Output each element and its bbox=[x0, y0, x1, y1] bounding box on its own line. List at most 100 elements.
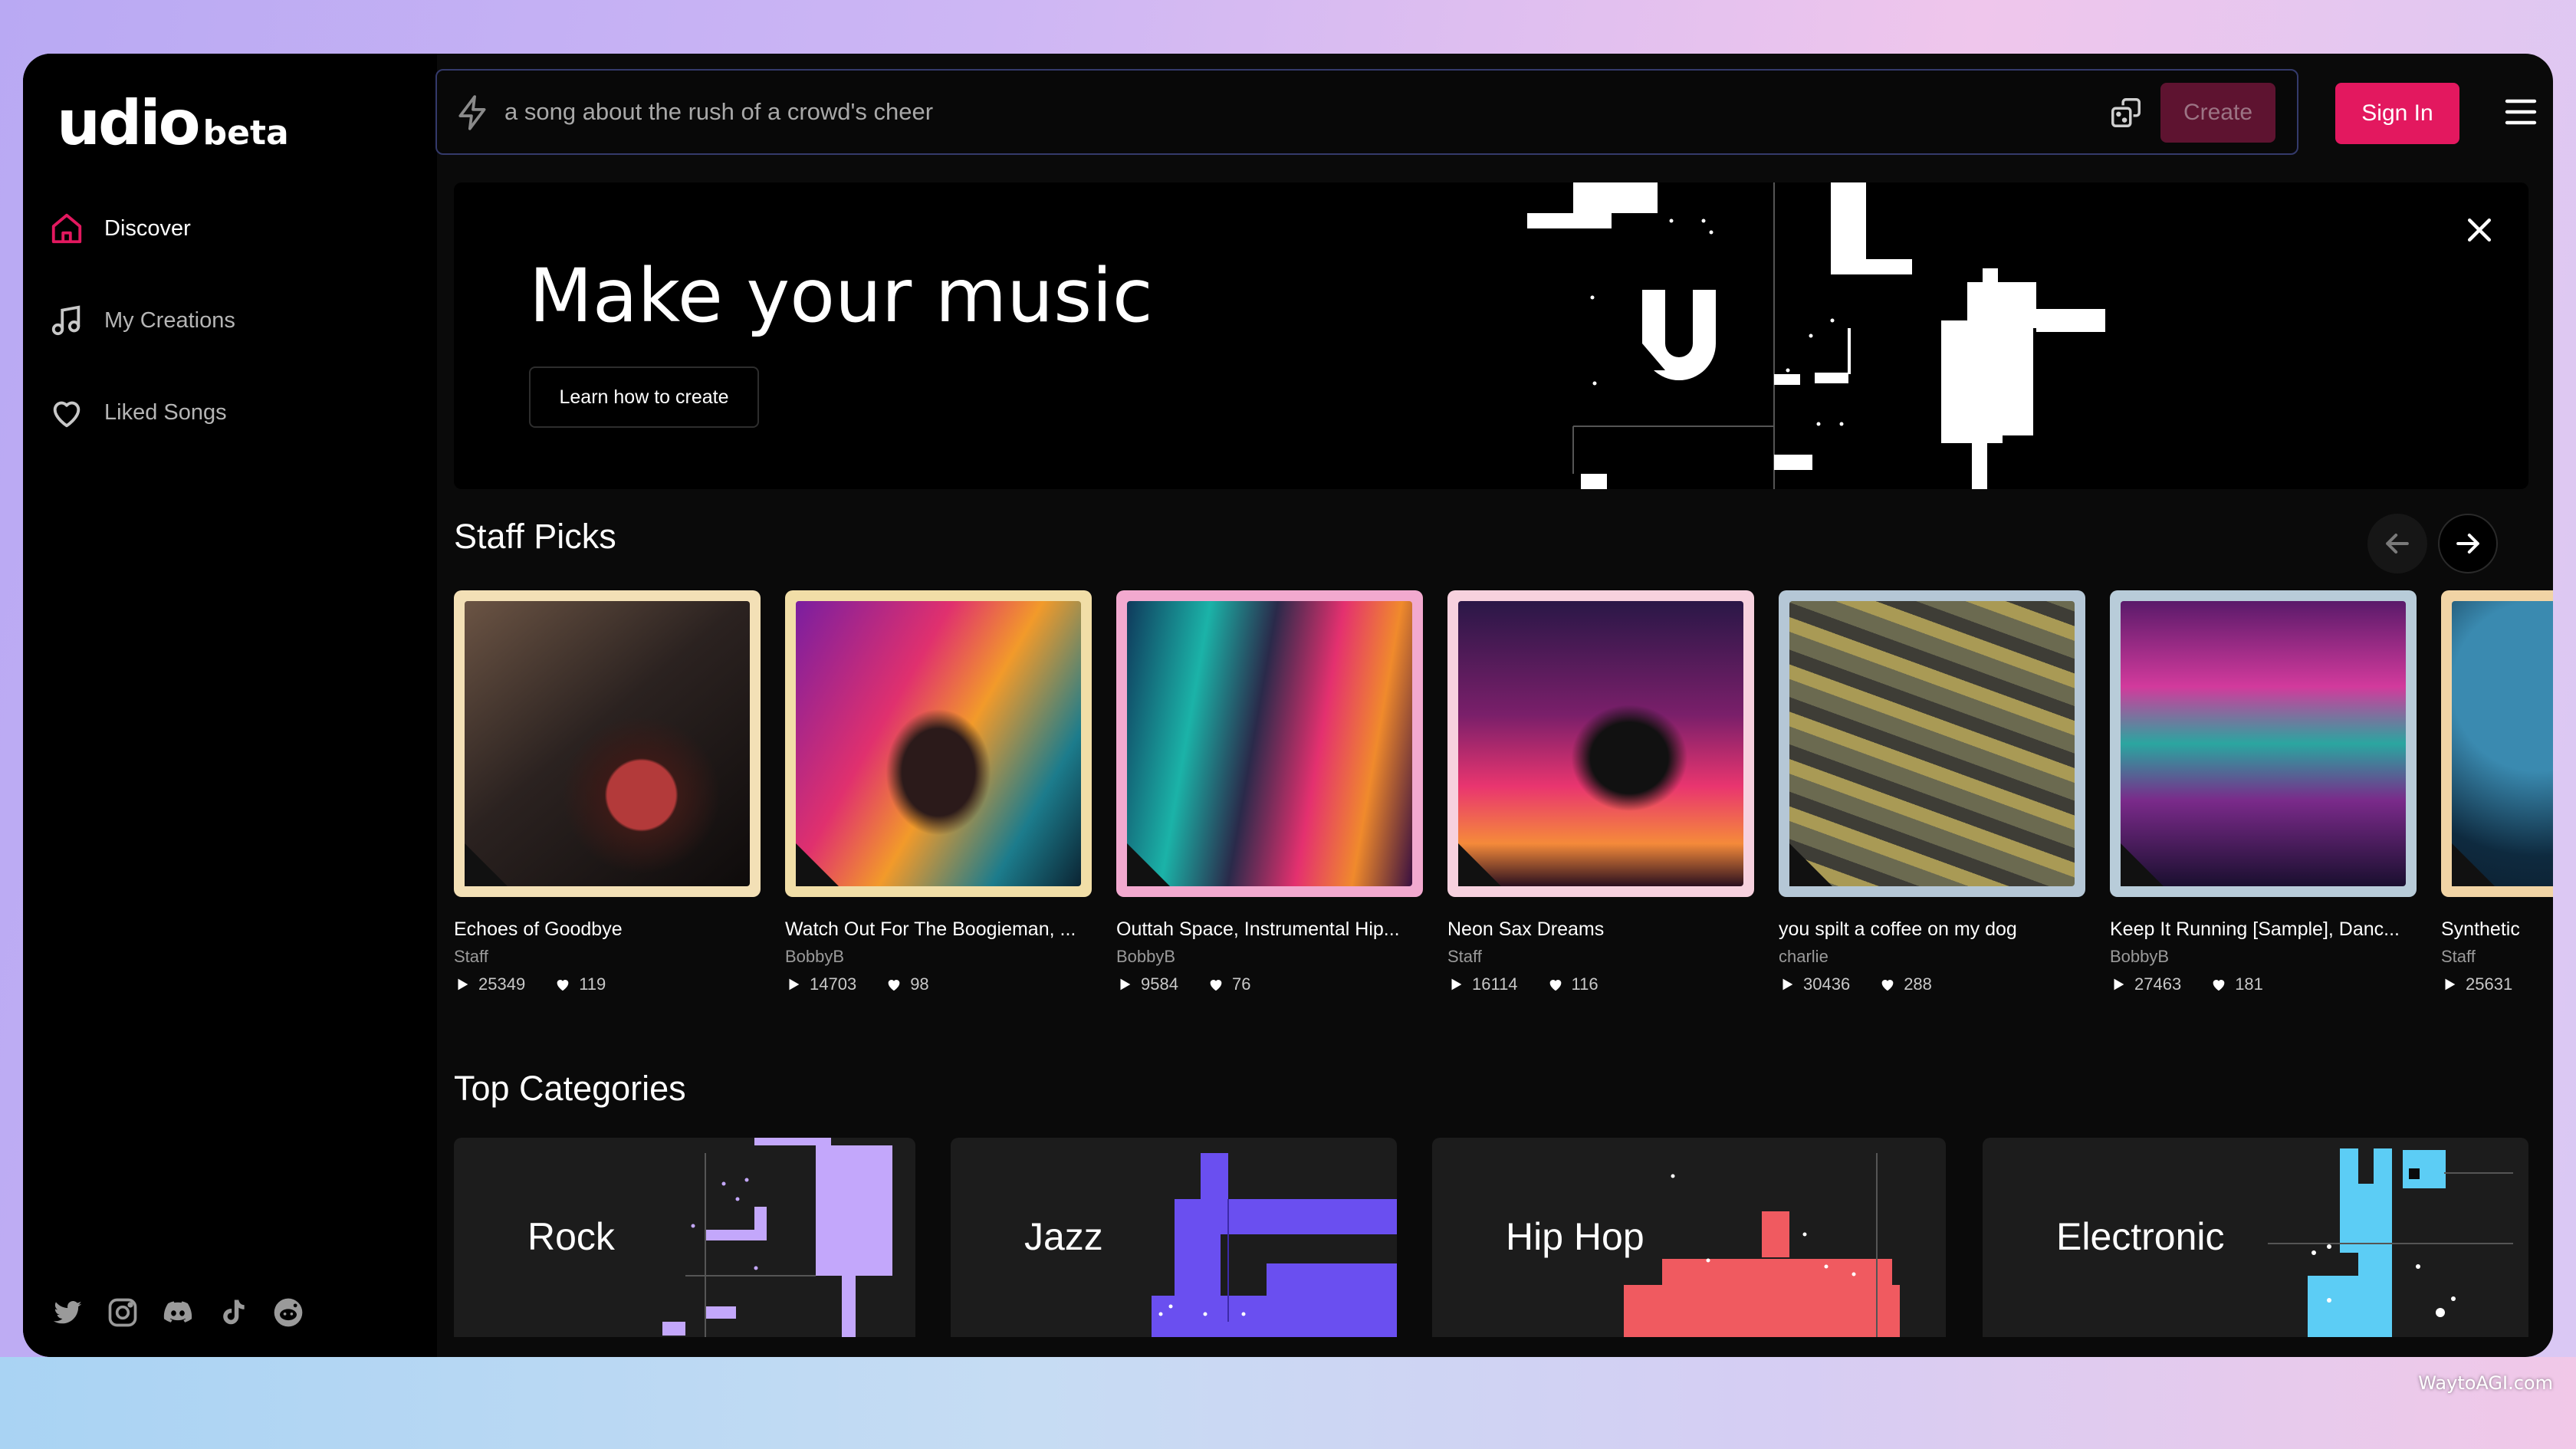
play-icon[interactable] bbox=[1447, 976, 1464, 993]
song-card[interactable]: Synthetic Staff 25631 bbox=[2441, 590, 2553, 994]
category-card-rock[interactable]: Rock bbox=[454, 1138, 915, 1337]
staff-picks-title: Staff Picks bbox=[454, 517, 616, 556]
song-stats: 25349 119 bbox=[454, 974, 761, 994]
app-window: udio beta Discover My Creations Liked Son… bbox=[23, 54, 2553, 1357]
like-count: 288 bbox=[1904, 974, 1932, 994]
heart-icon[interactable] bbox=[1547, 976, 1564, 993]
song-cover[interactable] bbox=[1779, 590, 2085, 897]
song-card[interactable]: Outtah Space, Instrumental Hip... BobbyB… bbox=[1116, 590, 1423, 994]
carousel-next-button[interactable] bbox=[2438, 514, 2498, 573]
twitter-icon[interactable] bbox=[51, 1296, 84, 1329]
song-title[interactable]: you spilt a coffee on my dog bbox=[1779, 918, 2085, 941]
song-title[interactable]: Neon Sax Dreams bbox=[1447, 918, 1754, 941]
like-count: 181 bbox=[2235, 974, 2263, 994]
play-count: 30436 bbox=[1803, 974, 1851, 994]
top-categories-title: Top Categories bbox=[454, 1069, 686, 1108]
song-title[interactable]: Watch Out For The Boogieman, ... bbox=[785, 918, 1092, 941]
watermark: WaytoAGI.com bbox=[2418, 1372, 2553, 1394]
song-stats: 14703 98 bbox=[785, 974, 1092, 994]
jazz-pixel-artwork bbox=[1152, 1153, 1397, 1337]
song-card[interactable]: Echoes of Goodbye Staff 25349 119 bbox=[454, 590, 761, 994]
play-count: 9584 bbox=[1141, 974, 1178, 994]
song-title[interactable]: Outtah Space, Instrumental Hip... bbox=[1116, 918, 1423, 941]
category-card-hip-hop[interactable]: Hip Hop bbox=[1432, 1138, 1946, 1337]
close-icon[interactable] bbox=[2463, 213, 2496, 247]
prompt-input[interactable]: a song about the rush of a crowd's cheer bbox=[504, 98, 933, 126]
song-cover[interactable] bbox=[2110, 590, 2417, 897]
song-stats: 27463 181 bbox=[2110, 974, 2417, 994]
play-icon[interactable] bbox=[1779, 976, 1796, 993]
song-stats: 9584 76 bbox=[1116, 974, 1423, 994]
corner-triangle-icon bbox=[2121, 843, 2164, 886]
song-cover[interactable] bbox=[1116, 590, 1423, 897]
play-icon[interactable] bbox=[785, 976, 802, 993]
corner-triangle-icon bbox=[465, 843, 508, 886]
song-card[interactable]: Neon Sax Dreams Staff 16114 116 bbox=[1447, 590, 1754, 994]
song-card[interactable]: Watch Out For The Boogieman, ... BobbyB … bbox=[785, 590, 1092, 994]
create-button[interactable]: Create bbox=[2160, 83, 2275, 143]
song-author[interactable]: charlie bbox=[1779, 947, 2085, 967]
corner-triangle-icon bbox=[1458, 843, 1501, 886]
play-icon[interactable] bbox=[454, 976, 471, 993]
banner-title: Make your music bbox=[529, 253, 1153, 339]
tiktok-icon[interactable] bbox=[216, 1296, 250, 1329]
hip-hop-pixel-artwork bbox=[1624, 1153, 1900, 1337]
song-stats: 30436 288 bbox=[1779, 974, 2085, 994]
background-glow bbox=[0, 1357, 2576, 1449]
logo[interactable]: udio beta bbox=[57, 87, 289, 159]
sidebar-item-liked-songs[interactable]: Liked Songs bbox=[49, 389, 227, 435]
song-author[interactable]: BobbyB bbox=[785, 947, 1092, 967]
song-author[interactable]: BobbyB bbox=[1116, 947, 1423, 967]
play-count: 14703 bbox=[810, 974, 857, 994]
reddit-icon[interactable] bbox=[271, 1296, 305, 1329]
instagram-icon[interactable] bbox=[106, 1296, 140, 1329]
heart-icon[interactable] bbox=[2210, 976, 2227, 993]
logo-badge: beta bbox=[202, 113, 289, 153]
song-card[interactable]: Keep It Running [Sample], Danc... BobbyB… bbox=[2110, 590, 2417, 994]
hamburger-menu-icon[interactable] bbox=[2502, 97, 2539, 127]
like-count: 116 bbox=[1571, 974, 1598, 994]
pixel-logo-artwork bbox=[1527, 182, 2105, 489]
heart-icon[interactable] bbox=[1879, 976, 1896, 993]
song-author[interactable]: Staff bbox=[2441, 947, 2553, 967]
like-count: 98 bbox=[910, 974, 929, 994]
sidebar-item-label: Liked Songs bbox=[104, 399, 227, 425]
song-cover[interactable] bbox=[454, 590, 761, 897]
sidebar-item-my-creations[interactable]: My Creations bbox=[49, 297, 235, 343]
social-links bbox=[51, 1296, 305, 1329]
song-title[interactable]: Keep It Running [Sample], Danc... bbox=[2110, 918, 2417, 941]
song-title[interactable]: Echoes of Goodbye bbox=[454, 918, 761, 941]
dice-icon[interactable] bbox=[2108, 95, 2144, 130]
song-cover[interactable] bbox=[785, 590, 1092, 897]
carousel-prev-button[interactable] bbox=[2367, 514, 2427, 573]
sidebar: udio beta Discover My Creations Liked Son… bbox=[23, 54, 437, 1357]
learn-how-to-create-button[interactable]: Learn how to create bbox=[529, 366, 759, 428]
play-count: 16114 bbox=[1472, 974, 1518, 994]
play-count: 25349 bbox=[478, 974, 526, 994]
heart-icon[interactable] bbox=[554, 976, 571, 993]
category-card-electronic[interactable]: Electronic bbox=[1983, 1138, 2528, 1337]
song-cover[interactable] bbox=[1447, 590, 1754, 897]
song-author[interactable]: BobbyB bbox=[2110, 947, 2417, 967]
song-cover[interactable] bbox=[2441, 590, 2553, 897]
song-card[interactable]: you spilt a coffee on my dog charlie 304… bbox=[1779, 590, 2085, 994]
play-icon[interactable] bbox=[2110, 976, 2127, 993]
corner-triangle-icon bbox=[1789, 843, 1832, 886]
music-note-icon bbox=[51, 305, 80, 336]
heart-icon bbox=[53, 401, 80, 428]
category-card-jazz[interactable]: Jazz bbox=[951, 1138, 1397, 1337]
play-icon[interactable] bbox=[2441, 976, 2458, 993]
discord-icon[interactable] bbox=[161, 1296, 195, 1329]
heart-icon[interactable] bbox=[886, 976, 902, 993]
logo-wordmark: udio bbox=[57, 87, 201, 159]
prompt-bar: a song about the rush of a crowd's cheer… bbox=[435, 69, 2298, 155]
song-author[interactable]: Staff bbox=[454, 947, 761, 967]
like-count: 119 bbox=[579, 974, 606, 994]
play-icon[interactable] bbox=[1116, 976, 1133, 993]
sidebar-item-discover[interactable]: Discover bbox=[49, 205, 191, 251]
sign-in-button[interactable]: Sign In bbox=[2335, 83, 2459, 144]
song-title[interactable]: Synthetic bbox=[2441, 918, 2553, 941]
song-author[interactable]: Staff bbox=[1447, 947, 1754, 967]
heart-icon[interactable] bbox=[1208, 976, 1224, 993]
rock-pixel-artwork bbox=[662, 1138, 892, 1337]
